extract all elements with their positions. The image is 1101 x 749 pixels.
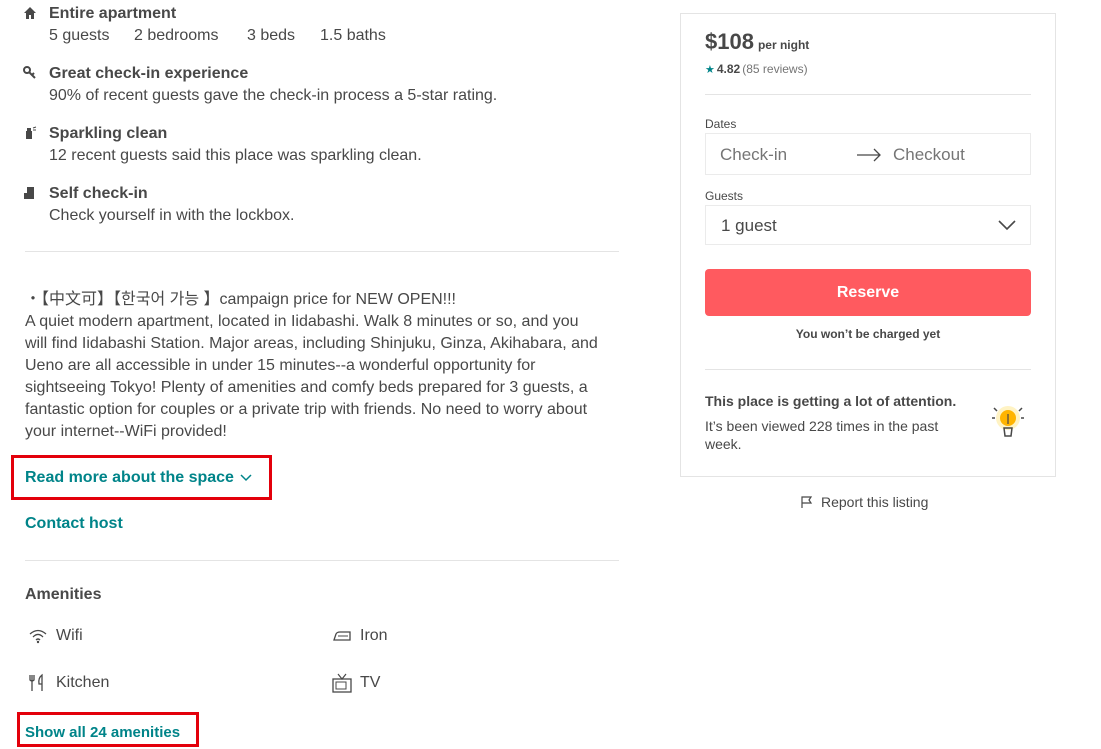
key-icon (23, 66, 36, 79)
description-line: will find Iidabashi Station. Major areas… (25, 335, 598, 352)
wifi-icon (29, 629, 47, 644)
home-icon (24, 7, 36, 19)
amenity-label: TV (360, 674, 381, 691)
rating-line: ★ 4.82 (85 reviews) (705, 62, 808, 76)
price-line: $108 per night (705, 29, 809, 55)
highlight-subtitle: 12 recent guests said this place was spa… (49, 147, 422, 164)
highlight-subtitle: Check yourself in with the lockbox. (49, 207, 295, 224)
description-line: your internet--WiFi provided! (25, 423, 227, 440)
baths-count: 1.5 baths (320, 27, 386, 44)
report-label: Report this listing (821, 494, 929, 510)
tv-icon (332, 673, 352, 693)
guests-select[interactable]: 1 guest (705, 205, 1031, 245)
review-count[interactable]: (85 reviews) (742, 62, 807, 76)
divider (25, 560, 619, 561)
highlight-subtitle: 90% of recent guests gave the check-in p… (49, 87, 498, 104)
amenity-label: Iron (360, 627, 388, 644)
checkin-input[interactable]: Check-in (720, 145, 787, 165)
flag-icon (801, 496, 813, 508)
amenity-label: Kitchen (56, 674, 110, 691)
checkout-input[interactable]: Checkout (893, 145, 965, 165)
read-more-link[interactable]: Read more about the space (25, 469, 252, 487)
dates-label: Dates (705, 117, 737, 131)
per-night-label: per night (757, 38, 810, 52)
highlight-title: Entire apartment (49, 5, 177, 22)
guests-value: 1 guest (721, 216, 777, 235)
listing-description: ・【中文可】【한국어 가능 】campaign price for NEW OP… (25, 289, 625, 443)
not-charged-note: You won’t be charged yet (795, 327, 941, 341)
highlight-title: Self check-in (49, 185, 148, 202)
star-icon: ★ (705, 63, 715, 76)
nightly-price: $108 (705, 29, 754, 54)
read-more-label: Read more about the space (25, 469, 234, 486)
amenity-item: Wifi (28, 627, 83, 645)
bedrooms-count: 2 bedrooms (134, 27, 219, 44)
arrow-right-icon (857, 148, 881, 162)
reserve-button[interactable]: Reserve (705, 269, 1031, 316)
beds-count: 3 beds (247, 27, 296, 44)
description-line: A quiet modern apartment, located in Iid… (25, 313, 579, 330)
show-all-amenities-link[interactable]: Show all 24 amenities (25, 724, 180, 741)
amenity-item: Kitchen (28, 673, 109, 693)
amenities-heading: Amenities (25, 586, 102, 603)
description-line: ・【中文可】【한국어 가능 】campaign price for NEW OP… (25, 291, 457, 308)
report-listing-link[interactable]: Report this listing (800, 494, 928, 510)
dates-field: Check-in Checkout (705, 133, 1031, 175)
description-line: sightseeing Tokyo! Plenty of amenities a… (25, 379, 588, 396)
guests-count: 5 guests (49, 27, 110, 44)
attention-body: It’s been viewed 228 times in the past w… (705, 418, 939, 452)
iron-icon (333, 631, 351, 641)
chevron-down-icon (998, 220, 1016, 231)
booking-card: $108 per night ★ 4.82 (85 reviews) Dates… (680, 13, 1056, 477)
guests-label: Guests (705, 189, 744, 203)
amenity-label: Wifi (56, 627, 83, 644)
kitchen-icon (29, 673, 43, 691)
highlight-title: Great check-in experience (49, 65, 249, 82)
highlight-title: Sparkling clean (49, 125, 168, 142)
contact-host-link[interactable]: Contact host (25, 515, 123, 533)
divider (25, 251, 619, 252)
chevron-down-icon (240, 474, 252, 482)
amenity-item: Iron (332, 627, 388, 645)
amenity-item: TV (332, 673, 380, 693)
lockbox-icon (24, 187, 34, 199)
spray-icon (26, 126, 37, 139)
attention-title: This place is getting a lot of attention… (705, 393, 957, 409)
lightbulb-icon (992, 406, 1024, 437)
description-line: Ueno are all accessible in under 15 minu… (25, 357, 536, 374)
divider (705, 369, 1031, 370)
rating-value: 4.82 (716, 62, 741, 76)
description-line: fantastic option for couples or a privat… (25, 401, 588, 418)
divider (705, 94, 1031, 95)
